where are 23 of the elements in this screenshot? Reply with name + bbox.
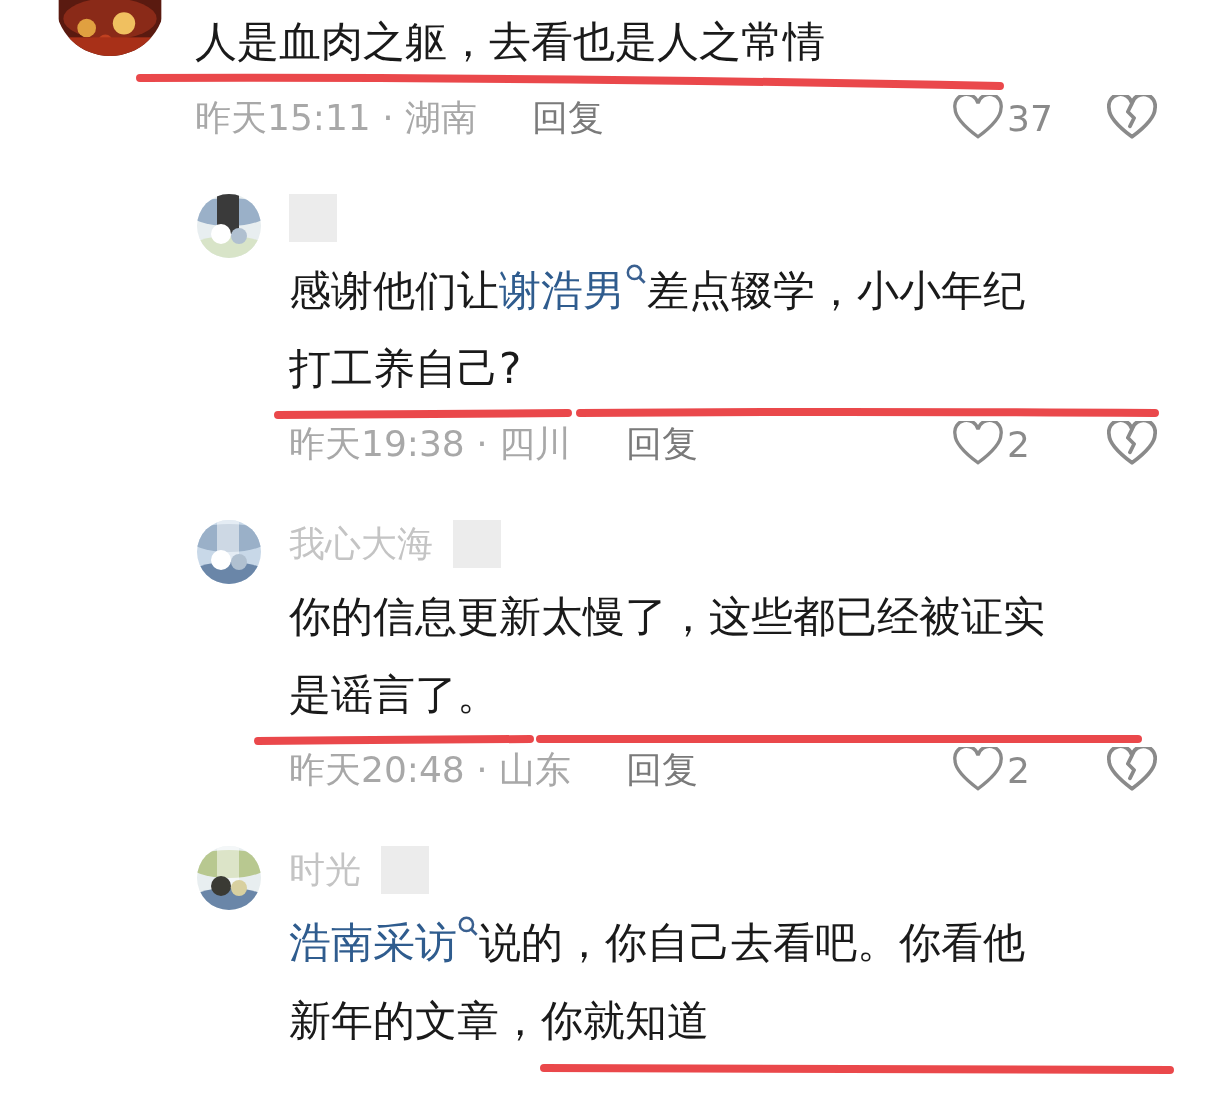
reply-link[interactable]: 回复 <box>626 419 699 469</box>
reply-link[interactable]: 回复 <box>626 745 699 795</box>
comment-text: 你的信息更新太慢了，这些都已经被证实 是谣言了。 <box>289 591 1045 721</box>
search-icon <box>457 915 479 937</box>
like-count: 2 <box>1007 749 1031 791</box>
mention-link[interactable]: 浩南采访 <box>289 918 479 967</box>
reply-link[interactable]: 回复 <box>532 93 605 143</box>
heart-icon[interactable] <box>953 95 1003 141</box>
heart-icon[interactable] <box>953 747 1003 793</box>
like-count: 2 <box>1007 423 1031 465</box>
broken-heart-icon[interactable] <box>1107 95 1157 141</box>
timestamp-location: 昨天20:48 · 山东 <box>289 747 572 792</box>
comment-text: 浩南采访 说的，你自己去看吧。你看他 新年的文章，你就知道 <box>289 904 1025 1060</box>
timestamp-location: 昨天15:11 · 湖南 <box>195 95 478 140</box>
broken-heart-icon[interactable] <box>1107 747 1157 793</box>
like-count: 37 <box>1007 97 1053 139</box>
mention-link[interactable]: 谢浩男 <box>499 266 647 315</box>
broken-heart-icon[interactable] <box>1107 421 1157 467</box>
comment-text: 人是血肉之躯，去看也是人之常情 <box>195 16 825 68</box>
heart-icon[interactable] <box>953 421 1003 467</box>
comment-text: 感谢他们让谢浩男 差点辍学，小小年纪 打工养自己? <box>289 252 1025 408</box>
search-icon <box>625 263 647 285</box>
timestamp-location: 昨天19:38 · 四川 <box>289 421 572 466</box>
